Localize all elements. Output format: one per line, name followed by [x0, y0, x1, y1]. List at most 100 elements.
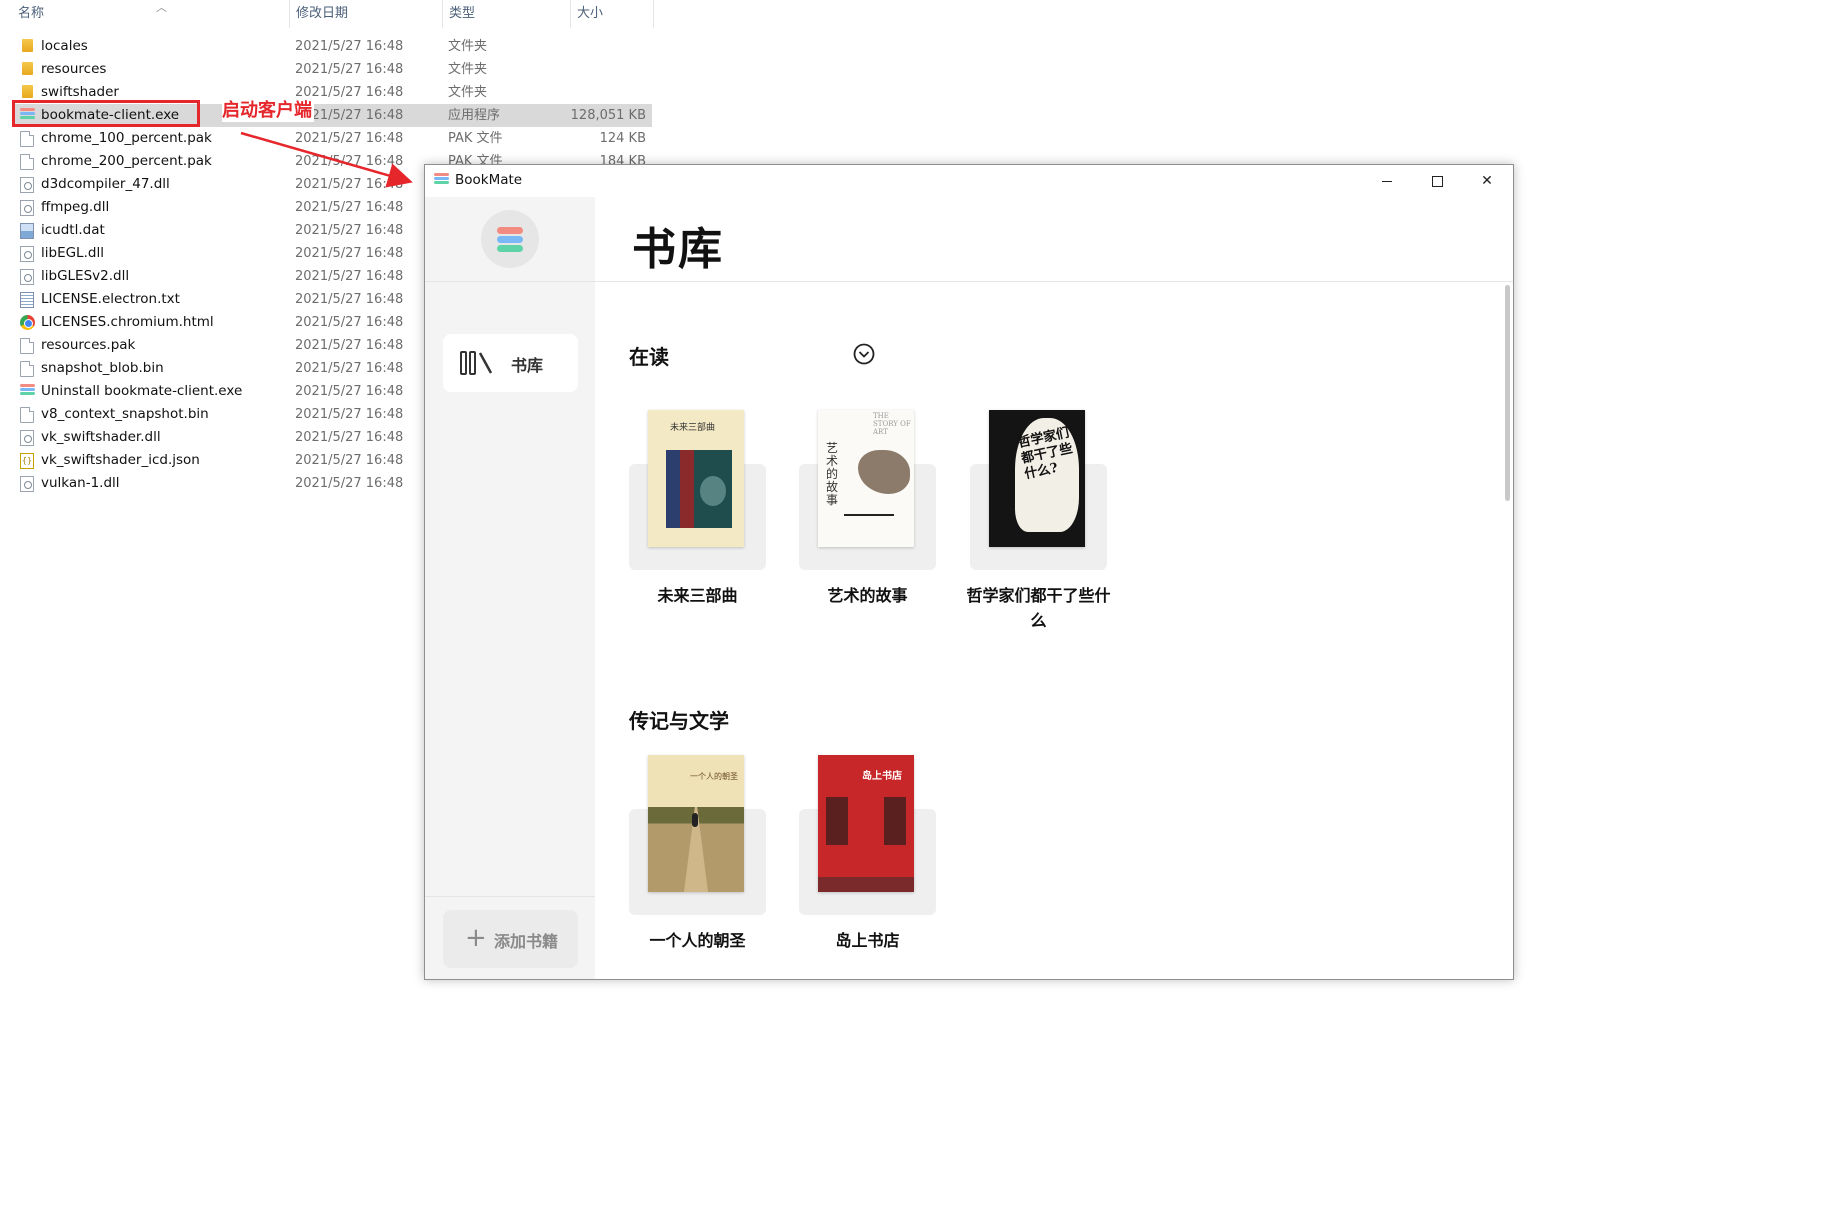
file-date: 2021/5/27 16:48	[295, 453, 404, 468]
file-date: 2021/5/27 16:48	[295, 384, 404, 399]
file-row[interactable]: chrome_100_percent.pak 2021/5/27 16:48 PAK…	[12, 127, 652, 150]
add-book-button[interactable]: + 添加书籍	[443, 910, 578, 968]
folder-icon	[22, 85, 33, 98]
file-type: 文件夹	[448, 62, 488, 77]
file-name: d3dcompiler_47.dll	[41, 176, 170, 192]
file-date: 2021/5/27 16:48	[295, 338, 404, 353]
file-date: 2021/5/27 16:48	[295, 177, 404, 192]
sidebar: 书库 + 添加书籍	[425, 197, 595, 979]
maximize-icon	[1431, 175, 1443, 187]
file-name: chrome_200_percent.pak	[41, 153, 212, 169]
dll-file-icon	[20, 269, 34, 285]
json-file-icon: {}	[20, 453, 34, 469]
file-date: 2021/5/27 16:48	[295, 131, 404, 146]
bookmate-app-icon	[434, 173, 449, 188]
sidebar-divider	[425, 281, 595, 282]
file-date: 2021/5/27 16:48	[295, 315, 404, 330]
book-title: 岛上书店	[835, 931, 900, 950]
book-title: 未来三部曲	[657, 586, 738, 605]
file-type: 文件夹	[448, 39, 488, 54]
sidebar-item-library[interactable]: 书库	[443, 334, 578, 392]
folder-icon	[22, 39, 33, 52]
dll-file-icon	[20, 476, 34, 492]
file-name: resources.pak	[41, 337, 136, 353]
file-date: 2021/5/27 16:48	[295, 154, 404, 169]
annotation-highlight-box	[12, 100, 200, 127]
book-cover: 未来三部曲	[648, 410, 744, 547]
sidebar-item-label: 书库	[511, 356, 544, 375]
app-logo	[481, 210, 539, 268]
file-date: 2021/5/27 16:48	[295, 223, 404, 238]
dll-file-icon	[20, 430, 34, 446]
main-content: 书库 在读 未来三部曲 未来三部曲 THE STORY OF ART 艺术的故事…	[595, 197, 1513, 979]
file-type: 应用程序	[448, 108, 501, 123]
bookmate-window: BookMate ✕ 书库 + 添加书籍 书库 在读 未来三部曲 未来三部曲 T…	[424, 164, 1514, 980]
column-header-date[interactable]: 修改日期	[289, 0, 441, 28]
book-cover: 一个人的朝圣	[648, 755, 744, 892]
title-bar[interactable]: BookMate ✕	[425, 165, 1513, 197]
file-date: 2021/5/27 16:48	[295, 361, 404, 376]
close-button[interactable]: ✕	[1463, 165, 1511, 197]
sidebar-divider	[425, 896, 595, 897]
file-name: libGLESv2.dll	[41, 268, 130, 284]
scrollbar-thumb[interactable]	[1505, 285, 1510, 501]
book-cover: 哲学家们都干了些什么?	[989, 410, 1085, 547]
section-title-reading: 在读	[629, 345, 669, 369]
column-header-name[interactable]: 名称 ︿	[12, 0, 288, 28]
file-name: Uninstall bookmate-client.exe	[41, 383, 243, 399]
file-date: 2021/5/27 16:48	[295, 476, 404, 491]
file-name: LICENSES.chromium.html	[41, 314, 214, 330]
file-date: 2021/5/27 16:48	[295, 292, 404, 307]
bookmate-app-icon	[20, 384, 35, 398]
image-file-icon	[20, 223, 34, 239]
file-type: 文件夹	[448, 85, 488, 100]
file-icon	[20, 338, 34, 354]
book-title: 哲学家们都干了些什么	[966, 586, 1111, 630]
page-title: 书库	[632, 224, 724, 275]
dll-file-icon	[20, 246, 34, 262]
file-name: LICENSE.electron.txt	[41, 291, 180, 307]
dll-file-icon	[20, 200, 34, 216]
minimize-button[interactable]	[1363, 165, 1411, 197]
folder-icon	[22, 62, 33, 75]
file-name: vulkan-1.dll	[41, 475, 120, 491]
file-row[interactable]: resources 2021/5/27 16:48 文件夹	[12, 58, 652, 81]
header-divider	[595, 281, 1513, 282]
sort-ascending-icon: ︿	[156, 1, 167, 14]
library-icon	[460, 351, 493, 375]
file-row[interactable]: locales 2021/5/27 16:48 文件夹	[12, 35, 652, 58]
file-icon	[20, 131, 34, 147]
file-date: 2021/5/27 16:48	[295, 200, 404, 215]
chevron-down-icon[interactable]	[853, 343, 875, 365]
file-icon	[20, 407, 34, 423]
annotation-label: 启动客户端	[222, 100, 314, 122]
book-title: 艺术的故事	[827, 586, 908, 605]
file-date: 2021/5/27 16:48	[295, 246, 404, 261]
file-name: libEGL.dll	[41, 245, 104, 261]
file-date: 2021/5/27 16:48	[295, 62, 404, 77]
file-date: 2021/5/27 16:48	[295, 269, 404, 284]
file-name: v8_context_snapshot.bin	[41, 406, 209, 422]
book-cover: THE STORY OF ART 艺术的故事	[818, 410, 914, 547]
file-name: locales	[41, 38, 88, 54]
file-date: 2021/5/27 16:48	[295, 407, 404, 422]
file-name: resources	[41, 61, 107, 77]
minimize-icon	[1382, 180, 1392, 182]
file-name: chrome_100_percent.pak	[41, 130, 212, 146]
file-name: vk_swiftshader.dll	[41, 429, 161, 445]
file-name: icudtl.dat	[41, 222, 105, 238]
close-icon: ✕	[1481, 173, 1493, 189]
maximize-button[interactable]	[1413, 165, 1461, 197]
column-header-type[interactable]: 类型	[442, 0, 569, 28]
column-header-size[interactable]: 大小	[570, 0, 654, 28]
file-size: 124 KB	[599, 131, 646, 146]
plus-icon: +	[465, 923, 487, 953]
file-size: 128,051 KB	[570, 108, 646, 123]
file-name: ffmpeg.dll	[41, 199, 110, 215]
dll-file-icon	[20, 177, 34, 193]
add-book-label: 添加书籍	[494, 932, 559, 951]
file-date: 2021/5/27 16:48	[295, 39, 404, 54]
file-name: vk_swiftshader_icd.json	[41, 452, 200, 468]
book-title: 一个人的朝圣	[649, 931, 746, 950]
file-name: snapshot_blob.bin	[41, 360, 164, 376]
